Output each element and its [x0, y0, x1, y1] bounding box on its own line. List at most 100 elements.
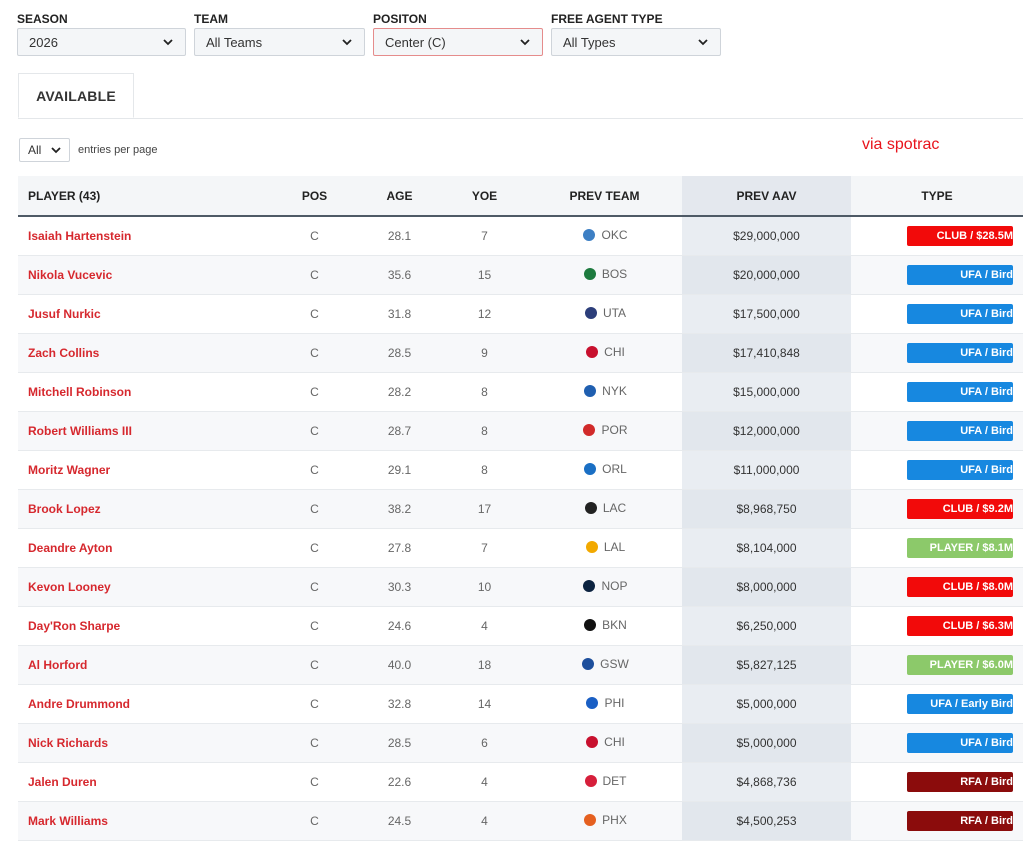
player-name-link[interactable]: Moritz Wagner: [18, 450, 272, 490]
position-select[interactable]: Center (C): [373, 28, 543, 56]
pos-cell: C: [272, 489, 357, 529]
table-body: Isaiah Hartenstein C 28.1 7 OKC $29,000,000 CL…: [18, 216, 1023, 841]
player-name-link[interactable]: Isaiah Hartenstein: [18, 216, 272, 256]
player-name-link[interactable]: Mark Williams: [18, 801, 272, 841]
prev-aav-cell: $5,827,125: [682, 645, 851, 685]
player-name-link[interactable]: Jusuf Nurkic: [18, 294, 272, 334]
type-badge: RFA / Bird: [907, 772, 1013, 792]
chi-logo-icon: [586, 735, 599, 748]
chevron-down-icon: [51, 147, 61, 154]
header-player[interactable]: PLAYER (43): [18, 176, 272, 217]
fa-type-select[interactable]: All Types: [551, 28, 721, 56]
type-cell: PLAYER / $6.0M: [851, 645, 1023, 685]
prev-team-cell: UTA: [527, 294, 682, 334]
lac-logo-icon: [584, 501, 597, 514]
season-select[interactable]: 2026: [17, 28, 186, 56]
yoe-cell: 8: [442, 411, 527, 451]
fa-type-filter: FREE AGENT TYPE All Types: [551, 12, 721, 56]
pos-cell: C: [272, 606, 357, 646]
yoe-cell: 9: [442, 333, 527, 373]
header-prev-aav[interactable]: PREV AAV: [682, 176, 851, 217]
yoe-cell: 4: [442, 801, 527, 841]
player-name-link[interactable]: Zach Collins: [18, 333, 272, 373]
player-name-link[interactable]: Nick Richards: [18, 723, 272, 763]
prev-team-cell: PHX: [527, 801, 682, 841]
age-cell: 28.5: [357, 333, 442, 373]
yoe-cell: 18: [442, 645, 527, 685]
chevron-down-icon: [163, 39, 173, 46]
team-select[interactable]: All Teams: [194, 28, 365, 56]
prev-team-cell: LAL: [527, 528, 682, 568]
pos-cell: C: [272, 372, 357, 412]
age-cell: 40.0: [357, 645, 442, 685]
type-badge: CLUB / $9.2M: [907, 499, 1013, 519]
team-abbr: POR: [601, 422, 628, 437]
player-name-link[interactable]: Brook Lopez: [18, 489, 272, 529]
player-name-link[interactable]: Day'Ron Sharpe: [18, 606, 272, 646]
prev-aav-cell: $15,000,000: [682, 372, 851, 412]
pos-cell: C: [272, 216, 357, 256]
header-prev-team[interactable]: PREV TEAM: [527, 176, 682, 217]
player-name-link[interactable]: Al Horford: [18, 645, 272, 685]
phi-logo-icon: [586, 696, 599, 709]
header-yoe[interactable]: YOE: [442, 176, 527, 217]
prev-team-cell: CHI: [527, 333, 682, 373]
pos-cell: C: [272, 762, 357, 802]
pos-cell: C: [272, 294, 357, 334]
type-badge: PLAYER / $6.0M: [907, 655, 1013, 675]
phx-logo-icon: [584, 813, 597, 826]
table-row: Mitchell Robinson C 28.2 8 NYK $15,000,000 UFA…: [18, 372, 1023, 412]
player-name-link[interactable]: Deandre Ayton: [18, 528, 272, 568]
prev-team-cell: LAC: [527, 489, 682, 529]
prev-team-cell: GSW: [527, 645, 682, 685]
age-cell: 28.7: [357, 411, 442, 451]
team-abbr: GSW: [600, 656, 629, 671]
header-age[interactable]: AGE: [357, 176, 442, 217]
header-pos[interactable]: POS: [272, 176, 357, 217]
entries-select[interactable]: All: [19, 138, 70, 162]
age-cell: 24.5: [357, 801, 442, 841]
position-label: POSITON: [373, 12, 427, 26]
table-row: Deandre Ayton C 27.8 7 LAL $8,104,000 PLAYER /…: [18, 528, 1023, 568]
team-abbr: LAL: [603, 539, 626, 554]
player-name-link[interactable]: Kevon Looney: [18, 567, 272, 607]
type-cell: CLUB / $9.2M: [851, 489, 1023, 529]
type-badge: CLUB / $28.5M: [907, 226, 1013, 246]
prev-aav-cell: $5,000,000: [682, 723, 851, 763]
prev-team-cell: BKN: [527, 606, 682, 646]
age-cell: 29.1: [357, 450, 442, 490]
prev-aav-cell: $17,500,000: [682, 294, 851, 334]
type-cell: UFA / Bird: [851, 450, 1023, 490]
player-name-link[interactable]: Jalen Duren: [18, 762, 272, 802]
tab-available[interactable]: AVAILABLE: [18, 73, 134, 118]
table-row: Day'Ron Sharpe C 24.6 4 BKN $6,250,000 CLUB / …: [18, 606, 1023, 646]
okc-logo-icon: [583, 228, 596, 241]
tab-bar: AVAILABLE: [18, 73, 1023, 119]
table-row: Robert Williams III C 28.7 8 POR $12,000,000 U…: [18, 411, 1023, 451]
team-abbr: PHI: [604, 695, 625, 710]
table-row: Andre Drummond C 32.8 14 PHI $5,000,000 UFA / …: [18, 684, 1023, 724]
player-name-link[interactable]: Andre Drummond: [18, 684, 272, 724]
pos-cell: C: [272, 528, 357, 568]
type-cell: UFA / Early Bird: [851, 684, 1023, 724]
type-badge: CLUB / $8.0M: [907, 577, 1013, 597]
team-abbr: BOS: [601, 266, 628, 281]
player-name-link[interactable]: Robert Williams III: [18, 411, 272, 451]
player-name-link[interactable]: Mitchell Robinson: [18, 372, 272, 412]
table-row: Jalen Duren C 22.6 4 DET $4,868,736 RFA / Bird: [18, 762, 1023, 802]
pos-cell: C: [272, 255, 357, 295]
prev-aav-cell: $8,104,000: [682, 528, 851, 568]
position-filter: POSITON Center (C): [373, 12, 543, 56]
header-type[interactable]: TYPE: [851, 176, 1023, 217]
entries-control: All entries per page: [19, 138, 158, 162]
type-badge: UFA / Bird: [907, 460, 1013, 480]
season-label: SEASON: [17, 12, 68, 26]
season-filter: SEASON 2026: [17, 12, 186, 56]
pos-cell: C: [272, 645, 357, 685]
yoe-cell: 15: [442, 255, 527, 295]
chevron-down-icon: [520, 39, 530, 46]
yoe-cell: 17: [442, 489, 527, 529]
type-badge: UFA / Bird: [907, 343, 1013, 363]
player-name-link[interactable]: Nikola Vucevic: [18, 255, 272, 295]
type-cell: UFA / Bird: [851, 294, 1023, 334]
